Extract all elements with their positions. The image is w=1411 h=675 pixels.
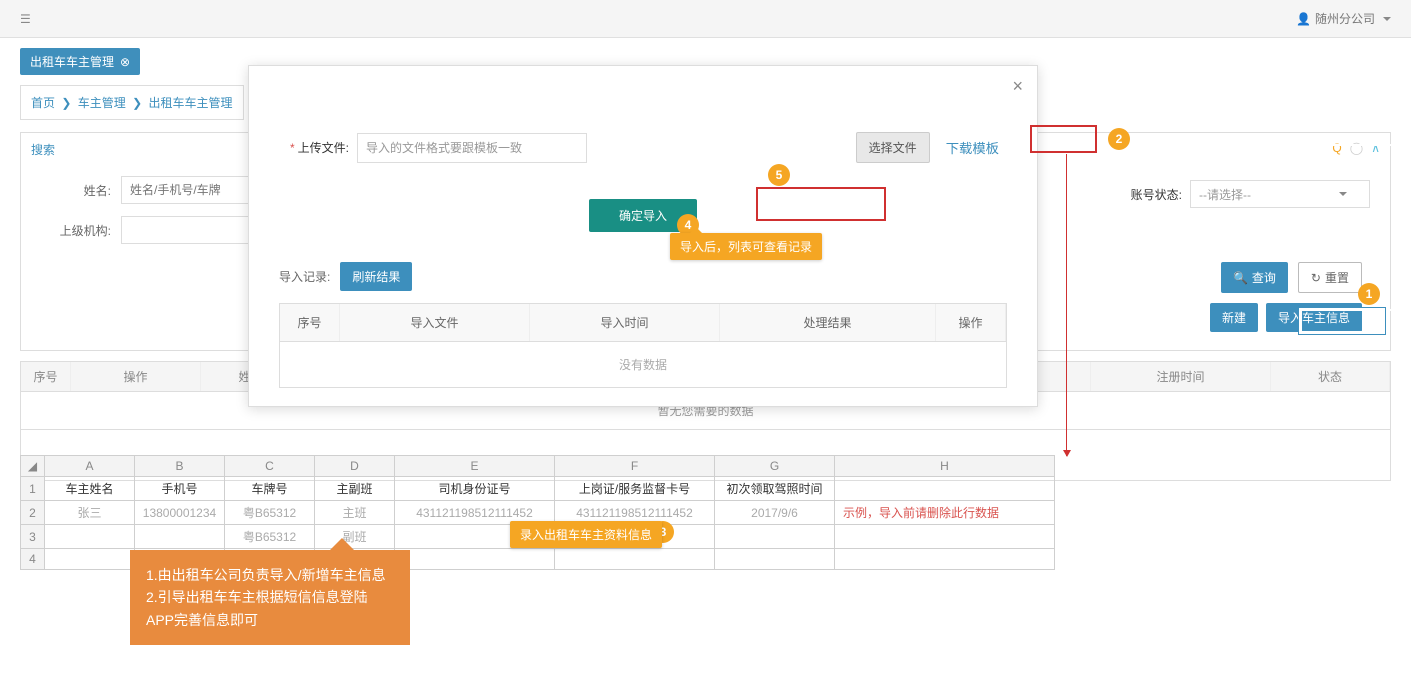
instruction-note: 1.由出租车公司负责导入/新增车主信息 2.引导出租车车主根据短信信息登陆APP… xyxy=(130,550,410,645)
th-status: 状态 xyxy=(1271,362,1390,391)
cell-F4[interactable] xyxy=(555,549,715,570)
mth-time: 导入时间 xyxy=(530,304,720,341)
anno-tooltip-4: 导入后，列表可查看记录 xyxy=(670,233,822,260)
search-title: 搜索 xyxy=(31,141,55,158)
cell-H2[interactable]: 示例，导入前请删除此行数据 xyxy=(835,501,1055,525)
anno-circle-1: 1 xyxy=(1358,283,1380,305)
anno-arrow-curve xyxy=(1050,140,1400,320)
cell-H1[interactable] xyxy=(835,477,1055,501)
cell-A4[interactable] xyxy=(45,549,135,570)
upload-input[interactable]: 导入的文件格式要跟模板一致 xyxy=(357,133,587,163)
cell-A2[interactable]: 张三 xyxy=(45,501,135,525)
name-label: 姓名: xyxy=(41,182,121,199)
cell-H4[interactable] xyxy=(835,549,1055,570)
top-bar: ☰ 👤 随州分公司 xyxy=(0,0,1411,38)
sheet-corner: ◢ xyxy=(21,456,45,477)
cell-B3[interactable] xyxy=(135,525,225,549)
th-regtime: 注册时间 xyxy=(1091,362,1271,391)
col-E: E xyxy=(395,456,555,477)
upload-label-text: 上传文件: xyxy=(298,141,349,155)
cell-G2[interactable]: 2017/9/6 xyxy=(715,501,835,525)
breadcrumb-home[interactable]: 首页 xyxy=(31,96,55,110)
chevron-down-icon xyxy=(1383,17,1391,21)
col-A: A xyxy=(45,456,135,477)
mth-res: 处理结果 xyxy=(720,304,936,341)
tab-label: 出租车车主管理 xyxy=(30,53,114,70)
cell-C2[interactable]: 粤B65312 xyxy=(225,501,315,525)
mth-file: 导入文件 xyxy=(340,304,530,341)
user-icon: 👤 xyxy=(1296,12,1311,26)
cell-G3[interactable] xyxy=(715,525,835,549)
breadcrumb-owner-mgmt[interactable]: 车主管理 xyxy=(78,96,126,110)
import-modal: × *上传文件: 导入的文件格式要跟模板一致 选择文件 下载模板 确定导入 导入… xyxy=(248,65,1038,407)
cell-B1[interactable]: 手机号 xyxy=(135,477,225,501)
row-1-head: 1 xyxy=(21,477,45,501)
cell-G4[interactable] xyxy=(715,549,835,570)
anno-box-2 xyxy=(1030,125,1097,153)
breadcrumb: 首页 ❯ 车主管理 ❯ 出租车车主管理 xyxy=(20,85,244,120)
col-D: D xyxy=(315,456,395,477)
col-G: G xyxy=(715,456,835,477)
cell-A1[interactable]: 车主姓名 xyxy=(45,477,135,501)
company-name: 随州分公司 xyxy=(1315,10,1375,27)
import-log-label: 导入记录: xyxy=(279,268,330,285)
modal-thead: 序号 导入文件 导入时间 处理结果 操作 xyxy=(280,304,1006,342)
th-seq: 序号 xyxy=(21,362,71,391)
upload-label: *上传文件: xyxy=(279,139,349,156)
anno-tooltip-3: 录入出租车车主资料信息 xyxy=(510,521,662,548)
mth-seq: 序号 xyxy=(280,304,340,341)
close-icon[interactable]: ⊗ xyxy=(120,55,130,69)
org-label: 上级机构: xyxy=(41,222,121,239)
breadcrumb-taxi-owner-mgmt[interactable]: 出租车车主管理 xyxy=(149,96,233,110)
cell-E1[interactable]: 司机身份证号 xyxy=(395,477,555,501)
anno-circle-2: 2 xyxy=(1108,128,1130,150)
col-B: B xyxy=(135,456,225,477)
mth-act: 操作 xyxy=(936,304,1006,341)
row-2-head: 2 xyxy=(21,501,45,525)
note-line-1: 1.由出租车公司负责导入/新增车主信息 xyxy=(146,564,394,586)
anno-box-5 xyxy=(756,187,886,221)
col-H: H xyxy=(835,456,1055,477)
col-C: C xyxy=(225,456,315,477)
refresh-result-button[interactable]: 刷新结果 xyxy=(340,262,412,291)
row-4-head: 4 xyxy=(21,549,45,570)
cell-G1[interactable]: 初次领取驾照时间 xyxy=(715,477,835,501)
th-op: 操作 xyxy=(71,362,201,391)
cell-F1[interactable]: 上岗证/服务监督卡号 xyxy=(555,477,715,501)
cell-H3[interactable] xyxy=(835,525,1055,549)
download-template-link[interactable]: 下载模板 xyxy=(938,132,1007,163)
cell-E4[interactable] xyxy=(395,549,555,570)
cell-D3[interactable]: 副班 xyxy=(315,525,395,549)
row-3-head: 3 xyxy=(21,525,45,549)
anno-box-1 xyxy=(1299,308,1385,334)
close-icon[interactable]: × xyxy=(1012,76,1023,97)
select-file-button[interactable]: 选择文件 xyxy=(856,132,930,163)
cell-A3[interactable] xyxy=(45,525,135,549)
cell-C3[interactable]: 粤B65312 xyxy=(225,525,315,549)
col-F: F xyxy=(555,456,715,477)
modal-empty-message: 没有数据 xyxy=(280,342,1006,387)
cell-C1[interactable]: 车牌号 xyxy=(225,477,315,501)
cell-D1[interactable]: 主副班 xyxy=(315,477,395,501)
anno-circle-5: 5 xyxy=(768,164,790,186)
hamburger-icon[interactable]: ☰ xyxy=(20,12,31,26)
chevron-right-icon: ❯ xyxy=(61,96,71,110)
cell-D2[interactable]: 主班 xyxy=(315,501,395,525)
user-company[interactable]: 👤 随州分公司 xyxy=(1296,10,1391,27)
cell-B2[interactable]: 13800001234 xyxy=(135,501,225,525)
note-line-2: 2.引导出租车车主根据短信信息登陆APP完善信息即可 xyxy=(146,586,394,631)
upload-placeholder: 导入的文件格式要跟模板一致 xyxy=(366,139,522,156)
chevron-right-icon: ❯ xyxy=(132,96,142,110)
tab-taxi-owner-mgmt[interactable]: 出租车车主管理 ⊗ xyxy=(20,48,140,75)
import-log-table: 序号 导入文件 导入时间 处理结果 操作 没有数据 xyxy=(279,303,1007,388)
